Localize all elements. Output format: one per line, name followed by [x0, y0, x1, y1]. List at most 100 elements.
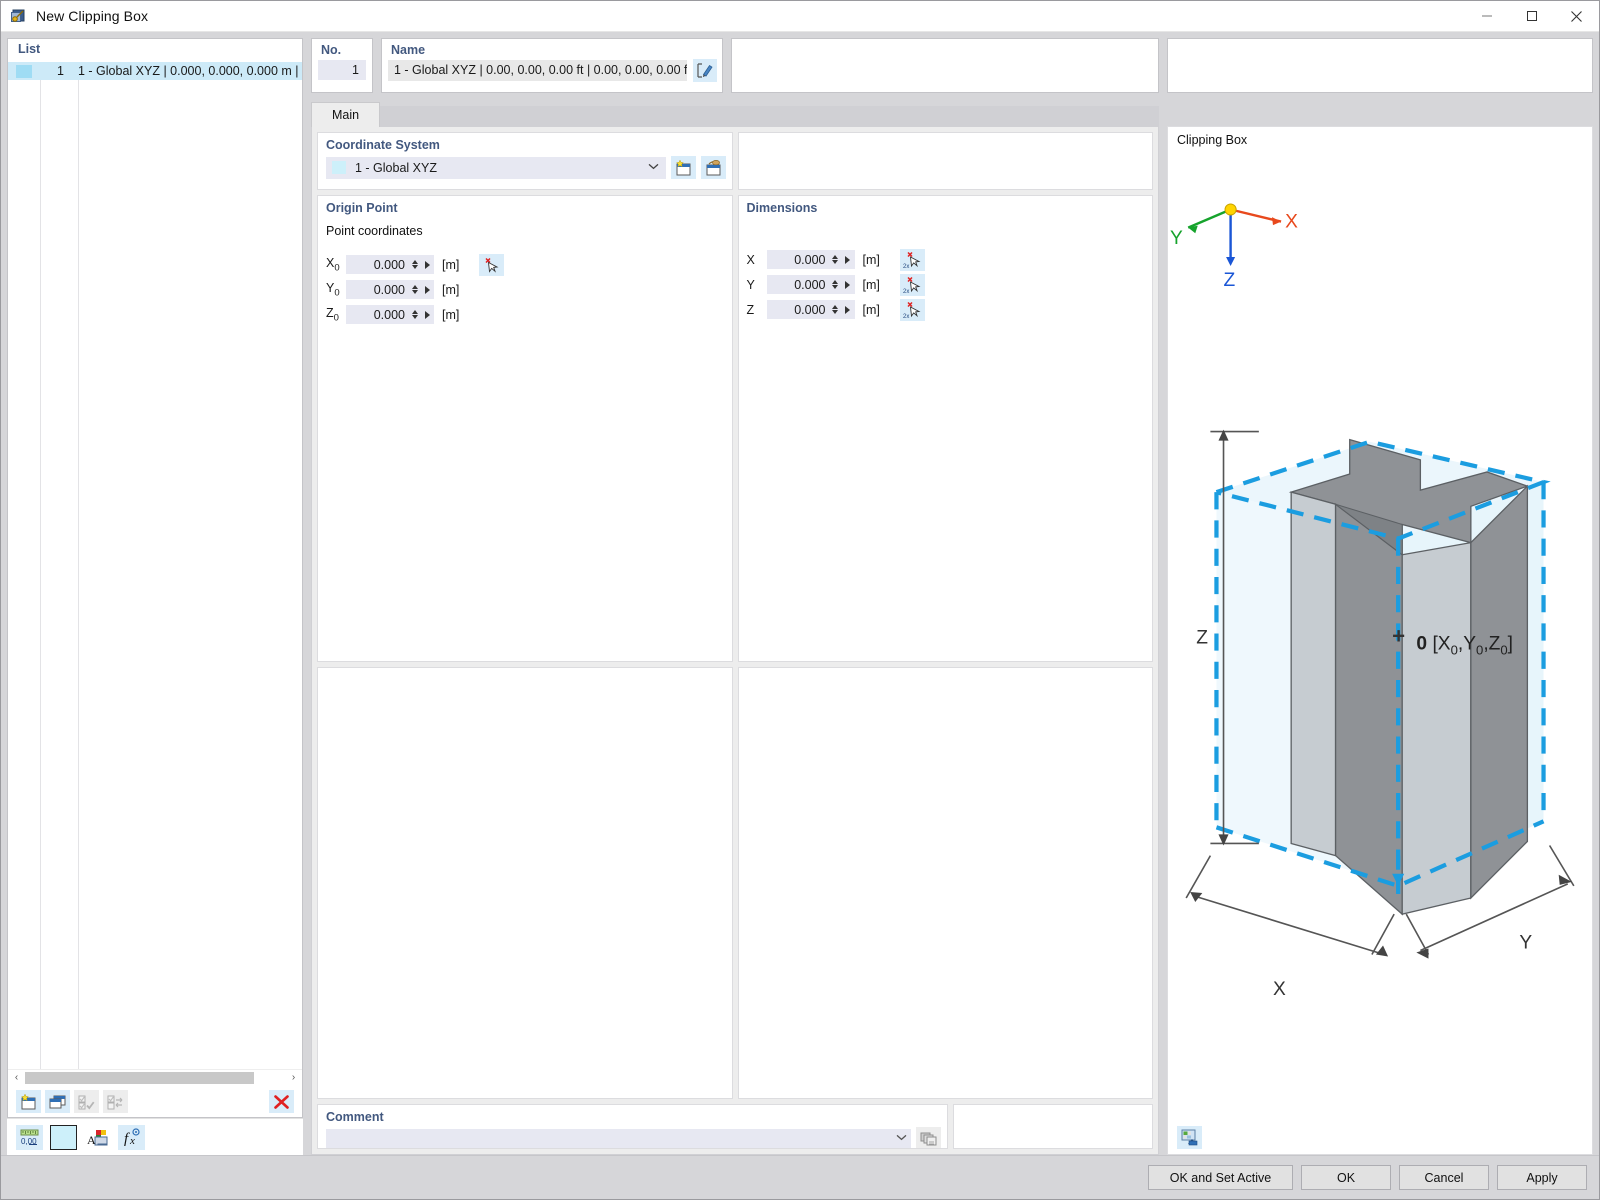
dimension-y-stepper[interactable]: 0.000: [766, 275, 855, 294]
new-item-icon: [21, 1093, 36, 1109]
copy-item-icon: [49, 1095, 66, 1108]
coordinate-system-value: 1 - Global XYZ: [355, 160, 437, 175]
origin-z-spin-arrows[interactable]: [409, 310, 420, 319]
svg-text:x: x: [129, 1135, 135, 1146]
dimension-x-spin-arrows[interactable]: [830, 255, 841, 264]
lower-right-empty-card: [737, 667, 1153, 1099]
header-row: No. 1 Name 1 - Global XYZ | 0.00, 0.00, …: [311, 38, 1159, 93]
coordinate-system-select[interactable]: 1 - Global XYZ: [326, 156, 666, 179]
new-coordinate-system-button[interactable]: [670, 156, 696, 179]
dimension-x-label: X: [746, 252, 755, 267]
dimension-y-value[interactable]: 0.000: [767, 278, 830, 292]
origin-y-unit: [m]: [442, 282, 460, 297]
scroll-track[interactable]: [25, 1071, 285, 1084]
list-item[interactable]: 1 1 - Global XYZ | 0.000, 0.000, 0.000 m…: [8, 62, 302, 80]
list-horizontal-scrollbar[interactable]: ‹ ›: [8, 1069, 302, 1085]
ok-and-set-active-button[interactable]: OK and Set Active: [1148, 1165, 1293, 1190]
pick-dimension-z-button[interactable]: 2x: [899, 298, 925, 321]
origin-y-stepper[interactable]: 0.000: [346, 280, 434, 299]
chevron-down-icon[interactable]: [646, 162, 662, 173]
close-button[interactable]: [1554, 1, 1599, 32]
minimize-button[interactable]: [1464, 1, 1509, 32]
scroll-thumb[interactable]: [25, 1071, 254, 1084]
dimensions-fields: X 0.000 [m] 2x Y 0.000 [m] 2x Z 0.000 [m…: [739, 215, 1153, 322]
origin-x-stepper[interactable]: 0.000: [346, 255, 434, 274]
origin-y-spin-arrows[interactable]: [409, 285, 420, 294]
name-row: 1 - Global XYZ | 0.00, 0.00, 0.00 ft | 0…: [382, 57, 722, 82]
tab-main[interactable]: Main: [311, 102, 381, 127]
list-panel: List 1 1 - Global XYZ | 0.000, 0.000, 0.…: [7, 38, 303, 1118]
chevron-down-icon[interactable]: [896, 1133, 907, 1144]
color-swatch-button[interactable]: [50, 1124, 77, 1150]
origin-z-value[interactable]: 0.000: [346, 308, 409, 322]
axis-y-label: Y: [1170, 228, 1183, 249]
comment-input[interactable]: [326, 1128, 911, 1148]
edit-coordinate-system-button[interactable]: [700, 156, 726, 179]
origin-y-row: Y0 0.000 [m]: [326, 277, 732, 302]
no-value[interactable]: 1: [318, 60, 366, 80]
dimension-z-spin-arrows[interactable]: [830, 305, 841, 314]
maximize-button[interactable]: [1509, 1, 1554, 32]
select-all-button[interactable]: [74, 1090, 99, 1113]
units-decimal-places-button[interactable]: 0,00: [16, 1124, 43, 1150]
scroll-left-arrow-icon[interactable]: ‹: [8, 1070, 25, 1086]
dimension-x-value[interactable]: 0.000: [767, 253, 830, 267]
origin-x-spin-arrows[interactable]: [409, 260, 420, 269]
dimension-z-expand-icon[interactable]: [841, 305, 855, 314]
coordinate-system-row-controls: 1 - Global XYZ: [318, 152, 732, 179]
origin-z-expand-icon[interactable]: [420, 310, 434, 319]
right-column: Clipping Box X Y Z + 0 [X0,Y0,Z0] Z X Y: [1159, 32, 1599, 1155]
origin-z-row: Z0 0.000 [m]: [326, 302, 732, 327]
cancel-button[interactable]: Cancel: [1399, 1165, 1489, 1190]
invert-selection-button[interactable]: [103, 1090, 128, 1113]
origin-point-card: Origin Point Point coordinates X0 0.000: [317, 195, 733, 662]
clipping-box-app-icon: [10, 7, 28, 25]
apply-button[interactable]: Apply: [1497, 1165, 1587, 1190]
dimension-z-stepper[interactable]: 0.000: [766, 300, 855, 319]
origin-x-value[interactable]: 0.000: [346, 258, 409, 272]
dimension-y-expand-icon[interactable]: [841, 280, 855, 289]
right-top-empty-box: [1167, 38, 1593, 93]
origin-marker: +: [1392, 624, 1405, 649]
origin-z-stepper[interactable]: 0.000: [346, 305, 434, 324]
coordinate-system-title: Coordinate System: [326, 138, 440, 152]
comment-title: Comment: [326, 1110, 384, 1124]
dimension-z-label: Z: [746, 302, 755, 317]
copy-clipping-box-button[interactable]: [45, 1090, 70, 1113]
origin-y-value[interactable]: 0.000: [346, 283, 409, 297]
origin-dimensions-row: Origin Point Point coordinates X0 0.000: [317, 195, 1153, 662]
text-settings-button[interactable]: A: [84, 1125, 111, 1150]
dimension-x-stepper[interactable]: 0.000: [766, 250, 855, 269]
tabstrip: Main: [311, 100, 1159, 127]
edit-name-button[interactable]: [692, 59, 717, 82]
list-toolbar: [8, 1085, 302, 1117]
main-tab-pane: Coordinate System 1 - Global XYZ Origin …: [311, 127, 1159, 1155]
no-box: No. 1: [311, 38, 373, 93]
new-coordinate-system-icon: [675, 159, 690, 175]
new-clipping-box-button[interactable]: [16, 1090, 41, 1113]
pick-dimension-y-button[interactable]: 2x: [899, 273, 925, 296]
render-settings-button[interactable]: [1177, 1125, 1202, 1149]
preview-canvas[interactable]: X Y Z + 0 [X0,Y0,Z0] Z X Y: [1168, 147, 1592, 1120]
name-input[interactable]: 1 - Global XYZ | 0.00, 0.00, 0.00 ft | 0…: [388, 60, 687, 81]
origin-x-expand-icon[interactable]: [420, 260, 434, 269]
svg-text:2x: 2x: [903, 289, 909, 294]
dimension-z-value[interactable]: 0.000: [767, 303, 830, 317]
formula-button[interactable]: f x: [118, 1124, 145, 1150]
ok-button[interactable]: OK: [1301, 1165, 1391, 1190]
origin-z-label: Z0: [326, 305, 339, 324]
origin-y-expand-icon[interactable]: [420, 285, 434, 294]
dialog-body: List 1 1 - Global XYZ | 0.000, 0.000, 0.…: [1, 32, 1599, 1155]
list-item-no: 1: [57, 64, 64, 78]
formula-fx-icon: f x: [124, 1128, 140, 1146]
origin-point-title: Origin Point: [326, 201, 398, 215]
scroll-right-arrow-icon[interactable]: ›: [285, 1070, 302, 1086]
dimension-x-expand-icon[interactable]: [841, 255, 855, 264]
pick-origin-point-button[interactable]: [479, 253, 505, 276]
dimension-y-spin-arrows[interactable]: [830, 280, 841, 289]
delete-button[interactable]: [269, 1090, 294, 1113]
pick-dimension-x-button[interactable]: 2x: [899, 248, 925, 271]
dialog-footer: OK and Set Active OK Cancel Apply: [1, 1155, 1599, 1199]
comment-library-button[interactable]: [916, 1127, 941, 1148]
preview-title: Clipping Box: [1177, 133, 1248, 147]
